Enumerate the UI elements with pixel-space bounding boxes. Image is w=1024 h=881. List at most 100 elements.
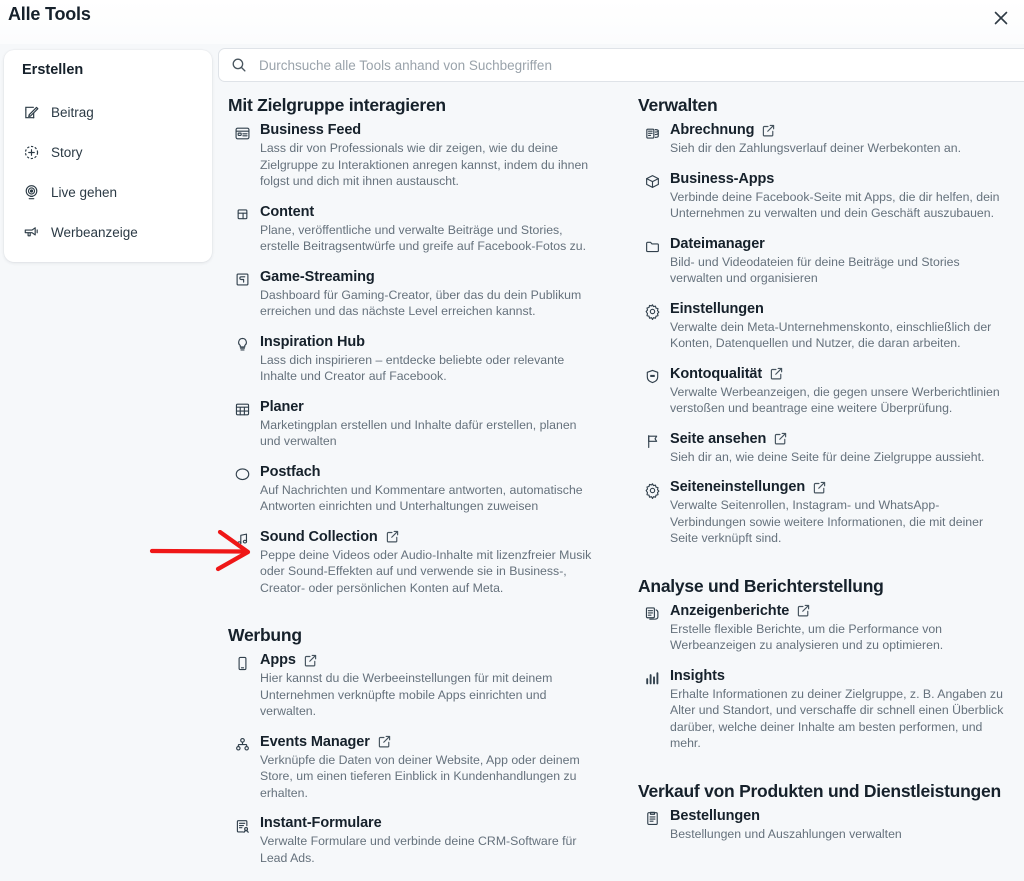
tool-title: Dateimanager [670,235,765,252]
form-person-icon [233,817,251,835]
sidebar-item-live-gehen[interactable]: Live gehen [22,178,202,206]
external-link-icon[interactable] [378,735,391,748]
external-link-icon[interactable] [304,654,317,667]
search-icon [231,57,247,73]
events-node-icon [233,736,251,754]
tool-description: Lass dich inspirieren – entdecke beliebt… [260,352,565,384]
section-title: Analyse und Berichterstellung [638,575,884,596]
shield-icon [643,368,661,386]
tool-description: Verwalte dein Meta-Unternehmenskonto, ei… [670,319,992,351]
tool-description: Sieh dir den Zahlungsverlauf deiner Werb… [670,141,961,155]
tool-title: Game-Streaming [260,268,375,285]
tool-title-row: Dateimanager [670,236,1010,252]
tool-item-kontoqualit-t[interactable]: Kontoqualität Verwalte Werbeanzeigen, di… [638,366,1010,417]
tool-title-row: Game-Streaming [260,269,600,285]
tool-item-content[interactable]: Content Plane, veröffentliche und verwalt… [228,204,600,255]
tool-description: Plane, veröffentliche und verwalte Beitr… [260,222,587,254]
tool-description: Erhalte Informationen zu deiner Zielgrup… [670,686,1004,751]
tool-item-inspiration-hub[interactable]: Inspiration Hub Lass dich inspirieren – e… [228,334,600,385]
tool-item-bestellungen[interactable]: Bestellungen Bestellungen und Auszahlunge… [638,808,1010,843]
tool-title-row: Content [260,204,600,220]
section-title: Verkauf von Produkten und Dienstleistung… [638,780,1001,801]
external-link-icon[interactable] [774,432,787,445]
tool-title: Apps [260,652,296,668]
tool-title-row: Postfach [260,464,600,480]
tool-item-insights[interactable]: Insights Erhalte Informationen zu deiner … [638,668,1010,752]
tool-item-einstellungen[interactable]: Einstellungen Verwalte dein Meta-Unterneh… [638,301,1010,352]
tool-title-row: Business Feed [260,122,600,138]
tool-title-row: Insights [670,668,1010,684]
tool-title: Abrechnung [670,122,755,138]
tool-description: Lass dir von Professionals wie dir zeige… [260,141,589,188]
tool-item-instant-formulare[interactable]: Instant-Formulare Verwalte Formulare und … [228,815,600,866]
external-link-icon[interactable] [797,604,810,617]
tool-item-seite-ansehen[interactable]: Seite ansehen Sieh dir an, wie deine Sei… [638,431,1010,466]
tool-title: Inspiration Hub [260,333,365,350]
reports-pages-icon [643,605,661,623]
sidebar-item-label: Story [51,144,83,160]
tool-title: Sound Collection [260,528,378,545]
tool-description: Verwalte Seitenrollen, Instagram- und Wh… [670,498,984,545]
sidebar-item-story[interactable]: Story [22,138,202,166]
sidebar-item-werbeanzeige[interactable]: Werbeanzeige [22,218,202,246]
section-title: Werbung [228,625,302,645]
external-link-icon[interactable] [813,481,826,494]
tool-item-game-streaming[interactable]: Game-Streaming Dashboard für Gaming-Creat… [228,269,600,320]
search-input[interactable] [257,49,1024,81]
feed-card-icon [233,124,251,142]
tool-item-events-manager[interactable]: Events Manager Verknüpfe die Daten von d… [228,734,600,802]
plus-circle-icon [22,143,40,161]
external-link-icon[interactable] [770,367,783,380]
right-column: Verwalten Abrechnung Sieh dir den Zahlung… [638,94,1010,856]
close-button[interactable] [986,4,1016,32]
tool-title-row: Bestellungen [670,808,1010,824]
sidebar-item-label: Werbeanzeige [51,224,138,240]
tool-title: Content [260,203,315,220]
tool-item-dateimanager[interactable]: Dateimanager Bild- und Videodateien für d… [638,236,1010,287]
tool-item-business-feed[interactable]: Business Feed Lass dir von Professionals … [228,122,600,190]
broadcast-icon [22,183,40,201]
tool-title: Seite ansehen [670,430,767,447]
tool-title-row: Planer [260,399,600,415]
tool-title-row: Instant-Formulare [260,815,600,831]
tool-item-anzeigenberichte[interactable]: Anzeigenberichte Erstelle flexible Beric… [638,603,1010,654]
external-link-icon[interactable] [762,124,775,137]
external-link-icon[interactable] [386,530,399,543]
tool-title-row: Apps [260,652,600,668]
gear-icon [643,303,661,321]
tool-title: Planer [260,398,304,415]
tool-item-seiteneinstellungen[interactable]: Seiteneinstellungen Verwalte Seitenrolle… [638,479,1010,547]
tool-title-row: Inspiration Hub [260,334,600,350]
gear-icon [643,481,661,499]
tool-item-planer[interactable]: Planer Marketingplan erstellen und Inhalt… [228,399,600,450]
flag-icon [643,433,661,451]
tool-description: Bild- und Videodateien für deine Beiträg… [670,254,960,286]
sidebar-card: Erstellen Beitrag Story Live gehen Werbe… [4,50,212,262]
tool-item-sound-collection[interactable]: Sound Collection Peppe deine Videos oder… [228,529,600,597]
tool-title: Instant-Formulare [260,815,382,831]
tool-item-abrechnung[interactable]: Abrechnung Sieh dir den Zahlungsverlauf … [638,122,1010,157]
tool-title: Bestellungen [670,807,760,824]
tool-description: Erstelle flexible Berichte, um die Perfo… [670,621,944,653]
tool-title-row: Einstellungen [670,301,1010,317]
section-title: Verwalten [638,95,718,115]
tool-title: Business Feed [260,122,362,138]
tool-title-row: Abrechnung [670,122,1010,138]
sidebar-item-label: Beitrag [51,104,94,120]
tool-title-row: Seite ansehen [670,431,1010,447]
tool-item-postfach[interactable]: Postfach Auf Nachrichten und Kommentare a… [228,464,600,515]
tool-description: Verwalte Werbeanzeigen, die gegen unsere… [670,384,1000,416]
tool-title: Insights [670,667,725,684]
tool-description: Verbinde deine Facebook-Seite mit Apps, … [670,189,1000,221]
tool-description: Peppe deine Videos oder Audio-Inhalte mi… [260,547,592,595]
tool-title-row: Seiteneinstellungen [670,479,1010,495]
bar-chart-icon [643,670,661,688]
sidebar-item-beitrag[interactable]: Beitrag [22,98,202,126]
tool-title: Seiteneinstellungen [670,479,806,495]
left-column: Mit Zielgruppe interagieren Business Feed… [228,94,600,880]
tool-item-business-apps[interactable]: Business-Apps Verbinde deine Facebook-Sei… [638,171,1010,222]
tool-title-row: Business-Apps [670,171,1010,187]
tool-item-apps[interactable]: Apps Hier kannst du die Werbeeinstellung… [228,652,600,720]
search-bar[interactable] [218,48,1024,82]
